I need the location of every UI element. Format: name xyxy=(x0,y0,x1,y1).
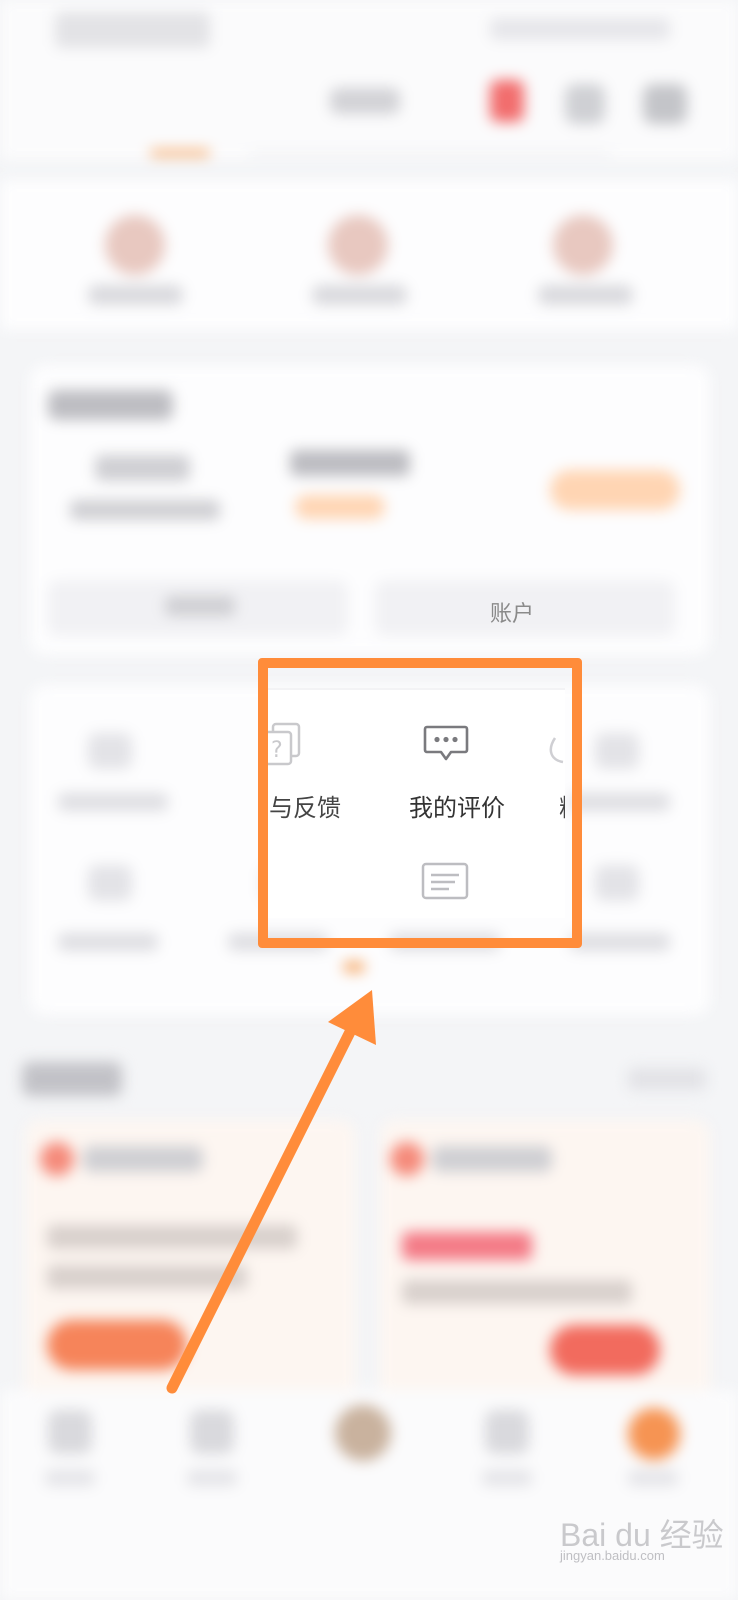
baidu-watermark: Bai du 经验 jingyan.baidu.com xyxy=(560,1504,730,1568)
pointer-arrow xyxy=(166,990,376,1394)
watermark-sub: jingyan.baidu.com xyxy=(560,1548,665,1563)
arrow-shaft xyxy=(166,1022,358,1394)
app-screen: 账户 ? 与反馈 我的评价 粉丝 xyxy=(0,0,738,1600)
